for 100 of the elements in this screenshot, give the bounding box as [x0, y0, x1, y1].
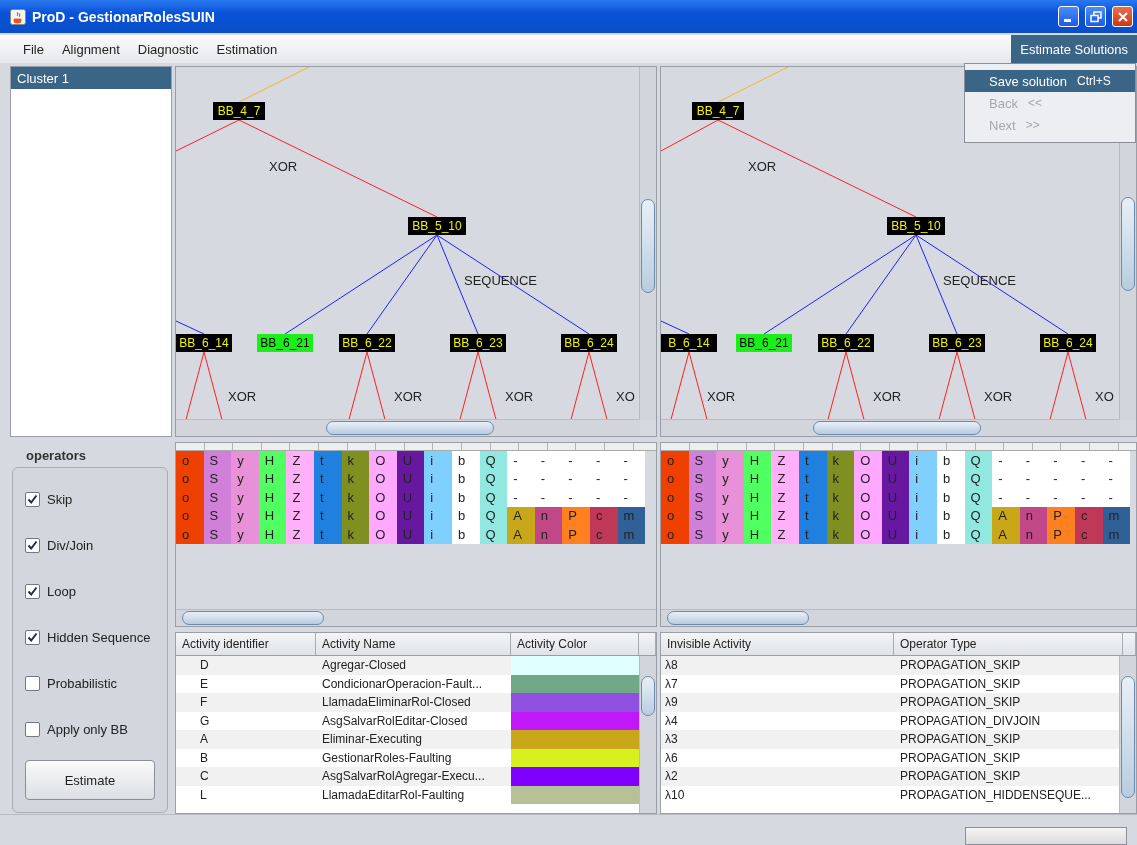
table-cell-text: LlamadaEliminarRol-Closed	[321, 694, 472, 712]
table-cell-text: AsgSalvarRolEditar-Closed	[321, 712, 469, 730]
alignment-cell: k	[341, 451, 370, 470]
tree-node[interactable]: BB_6_24	[561, 334, 617, 352]
column-header[interactable]	[233, 443, 262, 450]
vertical-scrollbar[interactable]	[639, 67, 656, 420]
column-header[interactable]	[803, 443, 833, 450]
column-header[interactable]: Operator Type	[894, 633, 1123, 655]
tree-node[interactable]: BB_4_7	[692, 102, 744, 120]
column-header[interactable]	[176, 443, 205, 450]
alignment-cell: P	[562, 525, 590, 544]
table-cell-text: λ8	[664, 657, 679, 675]
column-header[interactable]	[746, 443, 776, 450]
column-header[interactable]	[576, 443, 605, 450]
column-header[interactable]	[519, 443, 548, 450]
checkbox[interactable]	[25, 675, 40, 691]
column-header[interactable]	[604, 443, 634, 450]
horizontal-scrollbar[interactable]	[661, 419, 1120, 436]
column-header[interactable]: Activity identifier	[176, 633, 316, 655]
menu-item[interactable]: File	[14, 35, 53, 63]
java-cup-icon	[10, 8, 26, 25]
minimize-button[interactable]	[1058, 6, 1079, 27]
alignment-cell: Q	[964, 525, 993, 544]
column-header[interactable]	[318, 443, 348, 450]
edge-line	[1047, 351, 1069, 420]
alignment-cell: P	[1047, 525, 1075, 544]
column-header[interactable]	[204, 443, 234, 450]
tree-node[interactable]: B_6_14	[661, 334, 717, 352]
menu-item[interactable]: Alignment	[52, 35, 129, 63]
column-header[interactable]	[376, 443, 405, 450]
alignment-cell: U	[881, 488, 910, 507]
close-button[interactable]	[1112, 6, 1133, 27]
estimate-button[interactable]: Estimate	[25, 760, 155, 800]
column-header[interactable]	[975, 443, 1005, 450]
column-header[interactable]	[1089, 443, 1119, 450]
column-header[interactable]	[918, 443, 947, 450]
alignment-cell: k	[826, 488, 855, 507]
tree-node[interactable]: BB_5_10	[887, 217, 945, 235]
alignment-cell: S	[688, 488, 717, 507]
column-header[interactable]	[1061, 443, 1090, 450]
tree-node[interactable]: BB_6_22	[339, 334, 395, 352]
column-header[interactable]	[261, 443, 291, 450]
column-header[interactable]	[461, 443, 491, 450]
alignment-cell: k	[826, 525, 855, 544]
cluster-item[interactable]: Cluster 1	[11, 67, 171, 89]
column-header[interactable]	[290, 443, 319, 450]
table-cell-text: PROPAGATION_SKIP	[899, 675, 1022, 693]
column-header[interactable]	[689, 443, 719, 450]
menu-option[interactable]: Save solution Ctrl+S	[965, 70, 1135, 92]
horizontal-scrollbar[interactable]	[176, 419, 640, 436]
checkbox[interactable]	[25, 491, 40, 507]
column-header[interactable]	[946, 443, 976, 450]
checkbox[interactable]	[25, 537, 40, 553]
checkbox[interactable]	[25, 583, 40, 599]
column-header[interactable]	[547, 443, 577, 450]
column-header[interactable]	[433, 443, 462, 450]
edge-line	[568, 351, 590, 420]
alignment-cell: U	[396, 451, 425, 470]
tree-node[interactable]: BB_4_7	[213, 102, 265, 120]
tree-node[interactable]: BB_6_14	[176, 334, 232, 352]
tree-node[interactable]: BB_6_22	[818, 334, 874, 352]
menu-item[interactable]: Diagnostic	[128, 35, 208, 63]
column-header[interactable]	[861, 443, 890, 450]
horizontal-scrollbar[interactable]	[661, 609, 1136, 626]
column-header[interactable]	[775, 443, 804, 450]
column-header[interactable]	[889, 443, 919, 450]
tree-node[interactable]: BB_6_24	[1040, 334, 1096, 352]
operator-label: XOR	[269, 159, 298, 174]
column-header[interactable]	[1032, 443, 1062, 450]
column-header[interactable]	[633, 443, 656, 450]
table-cell-text: λ3	[664, 731, 679, 749]
checkbox[interactable]	[25, 721, 40, 737]
section-title: operators	[25, 447, 87, 465]
column-header[interactable]: Activity Name	[316, 633, 511, 655]
vertical-scrollbar[interactable]	[639, 656, 656, 813]
tree-node[interactable]: BB_5_10	[408, 217, 466, 235]
horizontal-scrollbar[interactable]	[176, 609, 656, 626]
alignment-cell: S	[688, 451, 717, 470]
column-header[interactable]	[661, 443, 690, 450]
column-header[interactable]	[404, 443, 434, 450]
column-header[interactable]	[490, 443, 520, 450]
tree-node[interactable]: BB_6_23	[929, 334, 985, 352]
checkbox-label: Div/Join	[47, 537, 94, 553]
tree-node[interactable]: BB_6_23	[450, 334, 506, 352]
vertical-scrollbar[interactable]	[1119, 656, 1136, 813]
checkbox[interactable]	[25, 629, 40, 645]
column-header[interactable]	[832, 443, 862, 450]
alignment-cell: H	[258, 525, 287, 544]
column-header[interactable]	[347, 443, 377, 450]
column-header[interactable]	[718, 443, 747, 450]
tree-node[interactable]: BB_6_21	[257, 334, 313, 352]
column-header[interactable]: Invisible Activity	[661, 633, 894, 655]
menu-item[interactable]: Estimation	[207, 35, 287, 63]
alignment-cell: i	[424, 488, 452, 507]
menu-item[interactable]: Estimate Solutions	[1011, 35, 1137, 63]
tree-node[interactable]: BB_6_21	[736, 334, 792, 352]
restore-button[interactable]	[1085, 6, 1106, 27]
column-header[interactable]	[1004, 443, 1033, 450]
table-cell-text: PROPAGATION_DIVJOIN	[899, 712, 1042, 730]
column-header[interactable]: Activity Color	[511, 633, 639, 655]
